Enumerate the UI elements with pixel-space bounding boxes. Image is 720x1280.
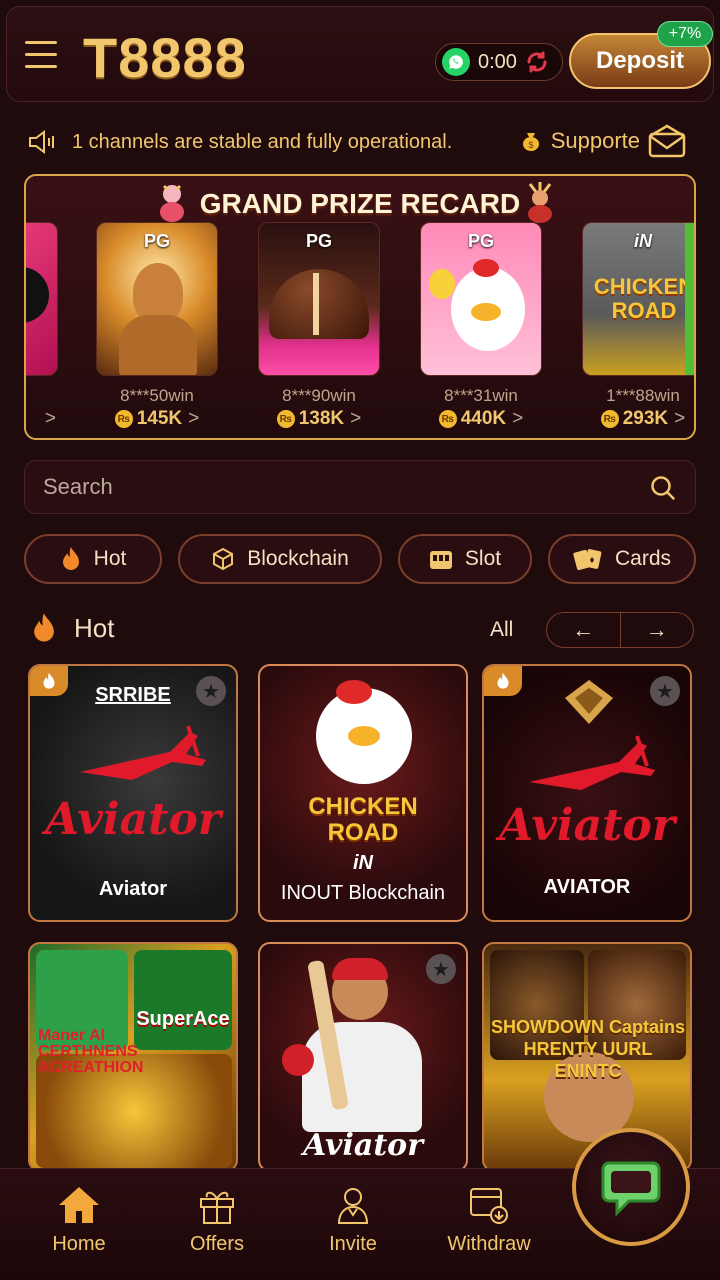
game-title: Aviator (98, 878, 168, 900)
prize-winner: nt (26, 386, 58, 406)
support-link[interactable]: $ Supporte (519, 128, 640, 154)
grand-prize-panel: GRAND PRIZE RECARD nt > PG 8***50win ₨ 1… (24, 174, 696, 440)
game-title: AVIATOR (543, 876, 631, 898)
tab-hot[interactable]: Hot (24, 534, 162, 584)
mail-icon[interactable] (648, 124, 686, 158)
tab-slot[interactable]: Slot (398, 534, 532, 584)
prize-game-card[interactable]: PG (420, 222, 542, 376)
search-bar (24, 460, 696, 514)
game-title: INOUT Blockchain (280, 882, 446, 904)
prize-amount: ₨ 440K > (420, 408, 542, 430)
game-art-title: Aviator (303, 1128, 423, 1163)
live-chat-button[interactable] (572, 1128, 690, 1246)
prize-winner: 8***50win (120, 386, 194, 405)
game-art-title: Aviator (45, 794, 221, 845)
search-icon[interactable] (649, 474, 677, 502)
nav-offers[interactable]: Offers (162, 1185, 272, 1256)
hot-badge-icon (484, 666, 522, 696)
game-brand: Maner Al CERTHNENS ACREATHION (38, 1027, 144, 1076)
game-art-title: CHICKEN ROAD (308, 793, 418, 846)
provider-label: PG (143, 231, 170, 251)
game-card-aviator-2[interactable]: ★ Aviator AVIATOR (482, 664, 692, 922)
notice-text: 1 channels are stable and fully operatio… (72, 130, 453, 153)
favorite-star-icon[interactable]: ★ (426, 954, 456, 984)
game-card-cricket-aviator[interactable]: ★ Aviator (258, 942, 468, 1172)
wallet-balance[interactable]: 0:00 (435, 43, 563, 81)
prize-game-card[interactable]: iN CHICKEN ROAD (582, 222, 694, 376)
game-art-title: Aviator (499, 800, 675, 851)
crest-icon (565, 680, 613, 724)
favorite-star-icon[interactable]: ★ (650, 676, 680, 706)
nav-home[interactable]: Home (24, 1185, 134, 1256)
speaker-icon (29, 130, 54, 154)
game-card-aviator[interactable]: SRRIBE ★ Aviator Aviator (28, 664, 238, 922)
prize-winner: 8***90win (282, 386, 356, 405)
coin-icon: ₨ (276, 410, 295, 428)
prize-amount: ₨ 138K > (258, 408, 380, 430)
prize-amount: ₨ 293K > (582, 408, 694, 430)
svg-text:$: $ (528, 140, 533, 150)
refresh-icon[interactable] (525, 50, 549, 74)
prize-winner: 1***88win (606, 386, 680, 405)
provider-label: PG (467, 231, 494, 251)
provider-label: iN (634, 231, 652, 251)
mascot-icon (528, 182, 552, 223)
see-all-link[interactable]: All (490, 618, 513, 642)
chevron-right-icon: > (512, 408, 524, 429)
cube-icon (213, 547, 234, 571)
nav-invite[interactable]: Invite (298, 1185, 408, 1256)
coin-icon: ₨ (600, 410, 619, 428)
cards-icon (573, 549, 602, 571)
chat-icon (601, 1161, 661, 1217)
prize-winner: 8***31win (444, 386, 518, 405)
support-label: Supporte (550, 128, 640, 153)
search-input[interactable] (43, 461, 623, 513)
grand-prize-title: GRAND PRIZE RECARD (199, 188, 521, 219)
carousel-arrows: ← → (546, 612, 694, 648)
coin-icon: ₨ (438, 410, 457, 428)
airplane-icon (529, 735, 655, 790)
withdraw-icon (470, 1188, 508, 1224)
provider-label: iN (353, 852, 373, 874)
tab-cards[interactable]: Cards (548, 534, 696, 584)
game-card-chicken-road[interactable]: CHICKEN ROAD iN INOUT Blockchain (258, 664, 468, 922)
chevron-right-icon: > (44, 408, 56, 429)
money-bag-icon: $ (522, 133, 539, 151)
notice-bar: 1 channels are stable and fully operatio… (28, 122, 692, 162)
airplane-icon (80, 725, 206, 780)
tab-blockchain[interactable]: Blockchain (178, 534, 382, 584)
prize-amount: ₨ 145K > (96, 408, 218, 430)
app-logo: T8888 (83, 26, 247, 89)
deposit-bonus-badge: +7% (657, 21, 713, 47)
gift-icon (200, 1191, 234, 1224)
chevron-right-icon: > (188, 408, 200, 429)
prize-game-card[interactable]: PG (96, 222, 218, 376)
chevron-right-icon: > (674, 408, 686, 429)
game-art-title: SHOWDOWN Captains HRENTY UURL ENINTC (490, 1017, 685, 1081)
next-arrow-button[interactable]: → (621, 613, 694, 647)
ball-icon (282, 1044, 314, 1076)
coin-icon: ₨ (114, 410, 133, 428)
chevron-right-icon: > (350, 408, 362, 429)
flame-icon (62, 547, 79, 570)
prize-game-card[interactable]: PG (258, 222, 380, 376)
slot-machine-icon (429, 551, 452, 569)
prize-game-card[interactable] (26, 222, 58, 376)
whatsapp-icon (442, 48, 470, 76)
menu-icon[interactable] (25, 41, 57, 69)
invite-icon (337, 1188, 369, 1224)
game-card-slots-bundle[interactable]: SuperAce Maner Al CERTHNENS ACREATHION (28, 942, 238, 1172)
home-icon (59, 1187, 99, 1223)
favorite-star-icon[interactable]: ★ (196, 676, 226, 706)
prize-amount: > (26, 408, 58, 430)
top-header: T8888 0:00 Deposit +7% (6, 6, 714, 102)
prev-arrow-button[interactable]: ← (547, 613, 621, 647)
section-title: Hot (30, 612, 114, 644)
flame-icon (34, 613, 54, 642)
provider-label: PG (305, 231, 332, 251)
wallet-amount: 0:00 (478, 50, 517, 73)
nav-withdraw[interactable]: Withdraw (434, 1185, 544, 1256)
